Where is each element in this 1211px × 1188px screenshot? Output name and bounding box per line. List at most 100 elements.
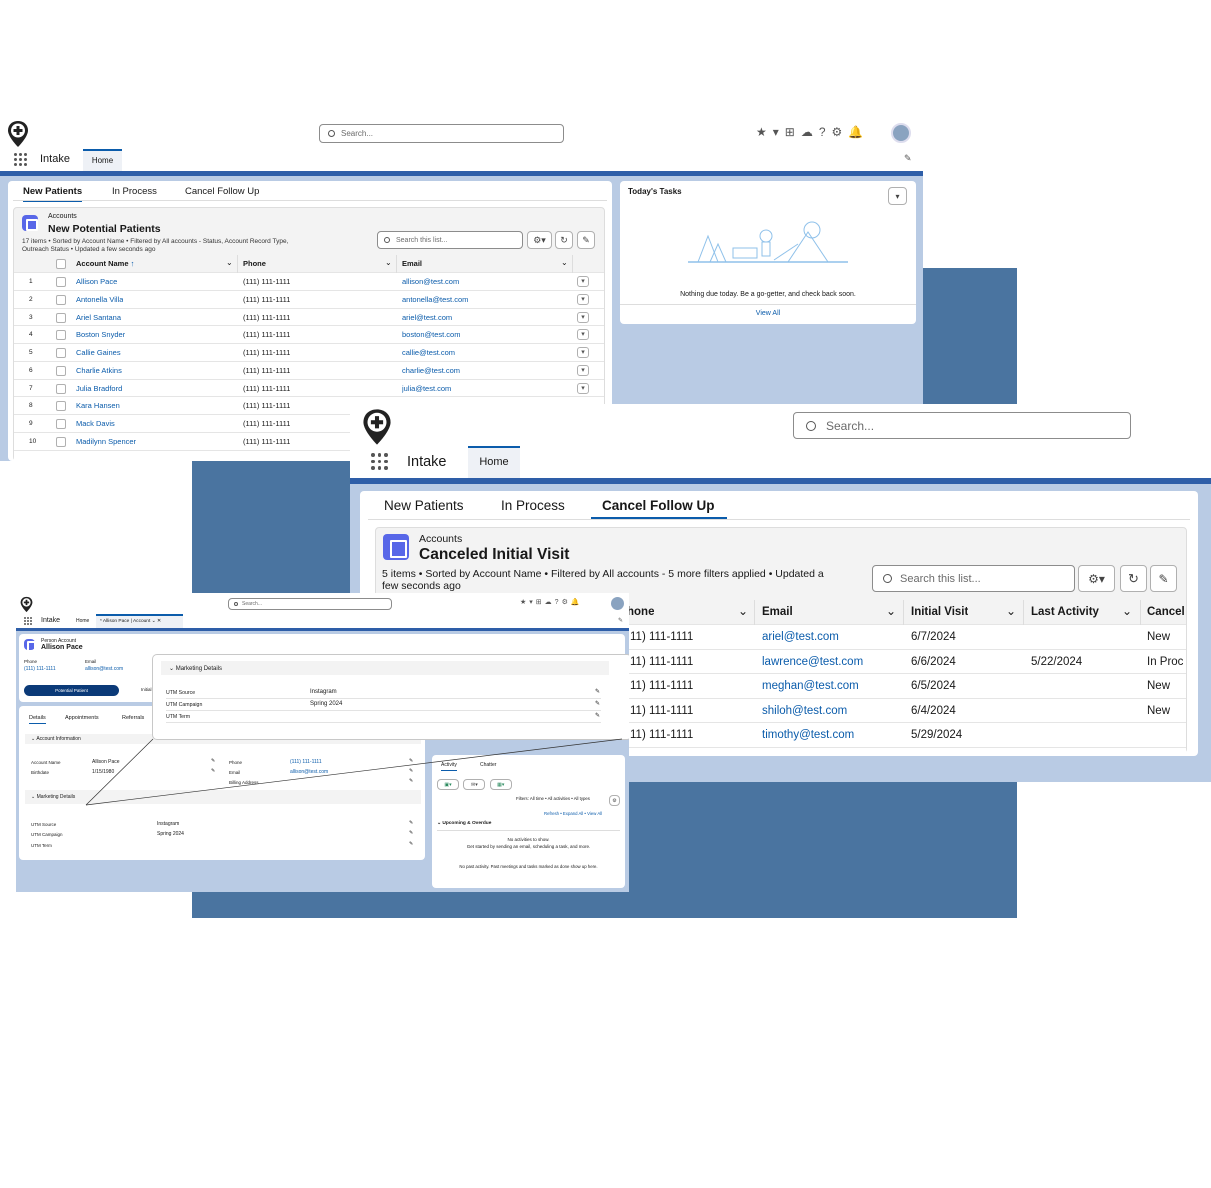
chevron-down-icon[interactable]: ⌄ bbox=[1006, 604, 1016, 618]
search-icon bbox=[384, 237, 390, 243]
column-header-email[interactable]: Email bbox=[762, 606, 793, 618]
column-divider bbox=[237, 255, 238, 273]
column-header-account-name[interactable]: Account Name ↑ bbox=[76, 259, 134, 268]
row-number: 9 bbox=[29, 420, 33, 427]
column-header-email[interactable]: Email bbox=[402, 259, 422, 268]
row-checkbox[interactable] bbox=[56, 383, 66, 394]
email-link[interactable]: allison@test.com bbox=[402, 277, 459, 286]
favorites-icon[interactable]: ★▾ bbox=[756, 125, 785, 139]
nav-tab-home[interactable]: Home bbox=[83, 149, 122, 171]
add-icon[interactable]: ⊞ bbox=[785, 125, 801, 139]
list-settings-button[interactable]: ⚙▾ bbox=[527, 231, 552, 249]
global-search-input[interactable]: Search... bbox=[793, 412, 1131, 439]
avatar[interactable] bbox=[891, 123, 911, 143]
row-actions-button[interactable]: ▾ bbox=[577, 276, 589, 287]
account-name-link[interactable]: Madilynn Spencer bbox=[76, 437, 136, 446]
account-name-link[interactable]: Allison Pace bbox=[76, 277, 117, 286]
app-launcher-icon[interactable] bbox=[371, 453, 388, 470]
row-checkbox[interactable] bbox=[56, 330, 66, 341]
column-header-last-activity[interactable]: Last Activity bbox=[1031, 606, 1099, 618]
email-link[interactable]: antonella@test.com bbox=[402, 295, 468, 304]
subtab-cancel-follow-up[interactable]: Cancel Follow Up bbox=[591, 498, 727, 519]
subtab-in-process[interactable]: In Process bbox=[501, 498, 565, 513]
chevron-down-icon[interactable]: ⌄ bbox=[738, 604, 748, 618]
column-header-phone[interactable]: hone bbox=[627, 606, 654, 618]
row-actions-button[interactable]: ▾ bbox=[577, 347, 589, 358]
view-all-link[interactable]: View All bbox=[620, 310, 916, 317]
last-activity-cell: 5/22/2024 bbox=[1031, 655, 1083, 668]
subtab-cancel-follow-up[interactable]: Cancel Follow Up bbox=[185, 186, 259, 197]
account-name-link[interactable]: Callie Gaines bbox=[76, 348, 121, 357]
subtab-new-patients[interactable]: New Patients bbox=[384, 498, 464, 513]
row-actions-button[interactable]: ▾ bbox=[577, 364, 589, 376]
row-checkbox[interactable] bbox=[56, 348, 66, 358]
nav-tab-home[interactable]: Home bbox=[468, 446, 520, 478]
account-name-link[interactable]: Boston Snyder bbox=[76, 330, 125, 339]
list-search-input[interactable]: Search this list... bbox=[872, 565, 1075, 592]
account-name-link[interactable]: Antonella Villa bbox=[76, 295, 123, 304]
tasks-menu-button[interactable]: ▾ bbox=[888, 187, 907, 205]
account-name-link[interactable]: Charlie Atkins bbox=[76, 366, 122, 375]
row-checkbox[interactable] bbox=[56, 419, 66, 429]
email-link[interactable]: boston@test.com bbox=[402, 330, 460, 339]
row-checkbox[interactable] bbox=[56, 365, 66, 376]
phone-cell: (111) 111-1111 bbox=[243, 419, 291, 428]
subtab-in-process[interactable]: In Process bbox=[112, 186, 157, 197]
help-icon[interactable]: ? bbox=[819, 125, 832, 139]
row-checkbox[interactable] bbox=[56, 312, 66, 323]
account-name-link[interactable]: Julia Bradford bbox=[76, 384, 122, 393]
chevron-down-icon[interactable]: ⌄ bbox=[226, 258, 233, 267]
initial-visit-cell: 6/4/2024 bbox=[911, 704, 956, 717]
column-header-cancel[interactable]: Cancel bbox=[1147, 606, 1185, 618]
row-actions-button[interactable]: ▾ bbox=[577, 329, 589, 341]
email-link[interactable]: timothy@test.com bbox=[762, 729, 854, 741]
row-checkbox[interactable] bbox=[56, 436, 66, 447]
initial-visit-cell: 6/6/2024 bbox=[911, 655, 956, 668]
email-link[interactable]: shiloh@test.com bbox=[762, 705, 847, 717]
row-actions-button[interactable]: ▾ bbox=[577, 293, 589, 305]
row-checkbox[interactable] bbox=[56, 401, 66, 412]
refresh-button[interactable]: ↻ bbox=[1120, 565, 1147, 592]
column-header-initial-visit[interactable]: Initial Visit bbox=[911, 606, 968, 618]
row-checkbox[interactable] bbox=[56, 294, 66, 305]
global-search-input[interactable]: Search... bbox=[319, 124, 564, 143]
chevron-down-icon[interactable]: ⌄ bbox=[886, 604, 896, 618]
email-link[interactable]: charlie@test.com bbox=[402, 366, 460, 375]
edit-nav-icon[interactable]: ✎ bbox=[904, 153, 912, 164]
chevron-down-icon[interactable]: ⌄ bbox=[385, 258, 392, 267]
phone-cell: (111) 111-1111 bbox=[243, 277, 291, 286]
subtab-divider bbox=[13, 200, 607, 201]
column-header-phone[interactable]: Phone bbox=[243, 259, 266, 268]
app-logo-icon bbox=[363, 409, 391, 445]
select-all-checkbox[interactable] bbox=[56, 259, 66, 269]
email-link[interactable]: julia@test.com bbox=[402, 384, 451, 393]
tasks-title: Today's Tasks bbox=[628, 187, 682, 196]
chevron-down-icon[interactable]: ⌄ bbox=[561, 258, 568, 267]
account-name-link[interactable]: Ariel Santana bbox=[76, 313, 121, 322]
accounts-icon bbox=[22, 215, 38, 232]
row-actions-button[interactable]: ▾ bbox=[577, 382, 589, 394]
email-link[interactable]: lawrence@test.com bbox=[762, 656, 863, 668]
account-name-link[interactable]: Mack Davis bbox=[76, 419, 115, 428]
list-settings-button[interactable]: ⚙▾ bbox=[1078, 565, 1115, 592]
edit-list-button[interactable]: ✎ bbox=[1150, 565, 1177, 592]
email-link[interactable]: meghan@test.com bbox=[762, 680, 859, 692]
row-checkbox[interactable] bbox=[56, 277, 66, 287]
gear-icon[interactable]: ⚙ bbox=[832, 125, 849, 139]
app-launcher-icon[interactable] bbox=[14, 153, 27, 166]
email-link[interactable]: callie@test.com bbox=[402, 348, 455, 357]
column-divider bbox=[903, 600, 904, 625]
list-search-input[interactable]: Search this list... bbox=[377, 231, 523, 249]
refresh-button[interactable]: ↻ bbox=[555, 231, 573, 249]
row-actions-button[interactable]: ▾ bbox=[577, 311, 589, 323]
phone-cell: (111) 111-1111 bbox=[243, 348, 291, 357]
edit-list-button[interactable]: ✎ bbox=[577, 231, 595, 249]
email-link[interactable]: ariel@test.com bbox=[402, 313, 452, 322]
list-title: Canceled Initial Visit bbox=[419, 546, 570, 563]
bell-icon[interactable]: 🔔 bbox=[848, 125, 869, 139]
chevron-down-icon[interactable]: ⌄ bbox=[1122, 604, 1132, 618]
email-link[interactable]: ariel@test.com bbox=[762, 631, 839, 643]
account-name-link[interactable]: Kara Hansen bbox=[76, 401, 120, 410]
phone-cell: (111) 111-1111 bbox=[243, 401, 291, 411]
cloud-icon[interactable]: ☁ bbox=[801, 125, 819, 139]
